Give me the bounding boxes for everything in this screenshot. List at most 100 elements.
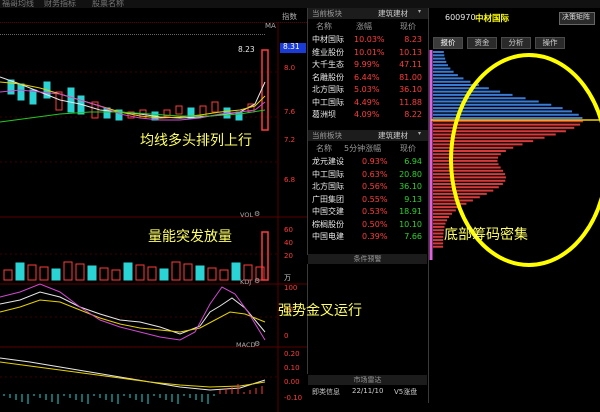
sector5-row[interactable]: 龙元建设 0.93% 6.94	[308, 156, 426, 168]
toolbar-right-label[interactable]: 指数	[282, 11, 297, 22]
kdj-k-line	[0, 291, 266, 335]
sector-row-name: 中材国际	[312, 35, 344, 44]
tab-operate[interactable]: 操作	[535, 37, 565, 49]
sector-title: 当前板块	[312, 9, 342, 18]
sector5-row-price: 6.94	[404, 157, 422, 166]
sector5-row[interactable]: 中国电建 0.39% 7.66	[308, 231, 426, 243]
volume-bar	[27, 264, 37, 281]
top-toolbar: 福哥均线 财务指标 股票名称	[0, 0, 600, 8]
volume-bar	[51, 268, 61, 281]
sector5-row-pct: 0.55%	[362, 194, 388, 204]
sector-row[interactable]: 大千生态 9.99% 47.11	[308, 59, 426, 71]
candle	[29, 89, 37, 105]
sector5-header-price: 现价	[400, 144, 416, 153]
kdj-axis-0: 0	[284, 332, 289, 340]
macd-settings-icon[interactable]: ⚙	[254, 340, 260, 348]
sector-row[interactable]: 北方国际 5.03% 36.10	[308, 84, 426, 96]
candle	[211, 101, 219, 113]
sector-row-price: 10.13	[399, 47, 422, 57]
sector5-header-row: 名称 5分钟涨幅 现价	[308, 143, 426, 155]
tab-analysis[interactable]: 分析	[501, 37, 531, 49]
sector-row-name: 大千生态	[312, 60, 344, 69]
candle	[175, 105, 183, 115]
sector5-row-pct: 0.93%	[362, 157, 388, 166]
annotation-ma: 均线多头排列上行	[140, 133, 252, 149]
sector-row-pct: 6.44%	[354, 72, 380, 82]
sector5-header-name: 名称	[316, 144, 332, 153]
sector-header-row: 名称 涨幅 现价	[308, 21, 426, 33]
sector5-row[interactable]: 棕榈股份 0.50% 10.10	[308, 219, 426, 231]
radar-note: V5涨盘	[394, 388, 418, 396]
sector5-row-price: 20.80	[399, 169, 422, 179]
sector-row-pct: 4.09%	[354, 110, 380, 119]
volume-bar	[111, 269, 121, 281]
annotation-volume: 量能突发放量	[148, 229, 232, 245]
sector-panel: 当前板块 建筑建材 ▾ 名称 涨幅 现价 中材国际 10.03% 8.23 维业股份 1…	[307, 8, 428, 133]
sector-row[interactable]: 葛洲坝 4.09% 8.22	[308, 109, 426, 121]
candle-limit-up	[261, 49, 269, 131]
volume-bar	[123, 262, 133, 281]
volume-bar	[231, 262, 241, 281]
macd-indicator-label[interactable]: MACD	[236, 341, 255, 349]
sector5-row-name: 中工国际	[312, 169, 344, 179]
tab-funds[interactable]: 资金	[467, 37, 497, 49]
sector5-filter[interactable]: 建筑建材	[378, 130, 408, 141]
sector-filter[interactable]: 建筑建材	[378, 8, 408, 19]
volume-bar	[195, 265, 205, 281]
macd-axis-0-10: 0.10	[284, 364, 300, 372]
sector5-filter-chevron-icon[interactable]: ▾	[418, 130, 421, 137]
candle	[235, 111, 243, 121]
kline-chart	[0, 22, 307, 412]
sector5-title: 当前板块	[312, 131, 342, 140]
stock-panel: 600970 中材国际 决策矩阵 报价 资金 分析 操作	[428, 8, 600, 403]
sector5-row-price: 9.13	[404, 194, 422, 204]
sector-header-name: 名称	[316, 22, 332, 31]
sector-row-name: 中工国际	[312, 97, 344, 107]
macd-axis-neg-0-10: -0.10	[284, 394, 303, 402]
vol-indicator-label[interactable]: VOL	[240, 211, 253, 219]
sector5-row-price: 18.91	[399, 207, 422, 216]
sector5-row-price: 10.10	[399, 219, 422, 229]
conditions-title-bar: 条件预警	[308, 254, 427, 264]
candle	[17, 83, 25, 101]
kdj-d-line	[0, 299, 266, 333]
macd-dif-line	[0, 357, 266, 391]
sector-row[interactable]: 维业股份 10.01% 10.13	[308, 47, 426, 59]
sector-row[interactable]: 名雕股份 6.44% 81.00	[308, 72, 426, 84]
vol-axis-20: 20	[284, 252, 293, 260]
radar-title-bar: 市场雷达	[308, 375, 427, 385]
sector5-row[interactable]: 中国交建 0.53% 18.91	[308, 206, 426, 218]
sector-row[interactable]: 中工国际 4.49% 11.88	[308, 97, 426, 109]
chip-bars	[433, 51, 583, 248]
sector-filter-chevron-icon[interactable]: ▾	[418, 8, 421, 15]
price-axis-7-2: 7.2	[284, 136, 296, 144]
radar-date: 22/11/10	[352, 387, 384, 395]
volume-bar	[183, 263, 193, 281]
current-price-text: 8.31	[283, 42, 300, 51]
vol-settings-icon[interactable]: ⚙	[254, 210, 260, 218]
sector-header-pct: 涨幅	[356, 22, 372, 31]
sector5-row[interactable]: 北方国际 0.56% 36.10	[308, 181, 426, 193]
sector5-row[interactable]: 广田集团 0.55% 9.13	[308, 194, 426, 206]
sector5-row[interactable]: 中工国际 0.63% 20.80	[308, 169, 426, 181]
sector-row-pct: 9.99%	[354, 60, 380, 69]
sector-row-name: 葛洲坝	[312, 110, 336, 119]
sector5-row-pct: 0.39%	[362, 232, 388, 241]
max-price-label: 8.23	[238, 45, 255, 54]
sector-row-name: 维业股份	[312, 47, 344, 57]
volume-bar	[147, 266, 157, 281]
radar-row[interactable]: 即类信息 22/11/10 V5涨盘	[308, 387, 427, 399]
decision-matrix-button[interactable]: 决策矩阵	[559, 12, 595, 25]
sector5-row-name: 棕榈股份	[312, 219, 344, 229]
sector-header-price: 现价	[400, 22, 416, 31]
kdj-settings-icon[interactable]: ⚙	[254, 277, 260, 285]
sector-row-name: 名雕股份	[312, 72, 344, 82]
price-axis-8-0: 8.0	[284, 64, 296, 72]
sector-row[interactable]: 中材国际 10.03% 8.23	[308, 34, 426, 46]
kdj-indicator-label[interactable]: KDJ	[240, 278, 251, 286]
sector5-header-pct: 5分钟涨幅	[344, 144, 382, 153]
tab-quote[interactable]: 报价	[433, 37, 463, 49]
decision-matrix-label: 决策矩阵	[562, 13, 590, 21]
volume-bar	[63, 261, 73, 281]
volume-bar	[87, 265, 97, 281]
